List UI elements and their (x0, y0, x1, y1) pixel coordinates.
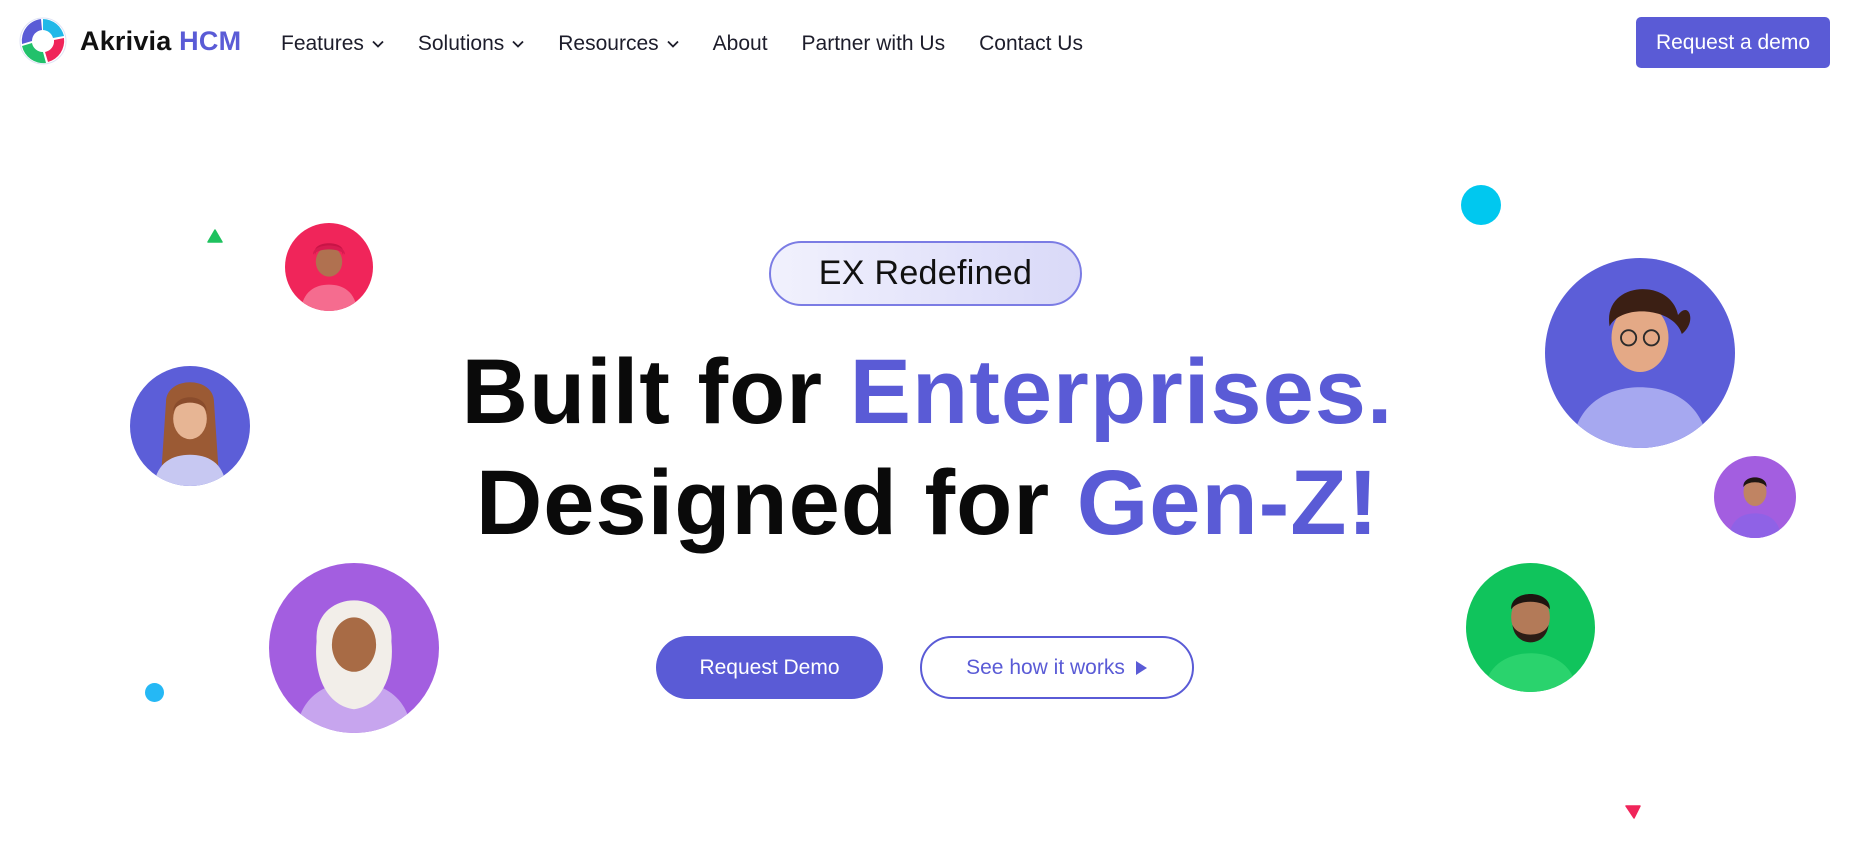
see-how-it-works-button[interactable]: See how it works (920, 636, 1194, 699)
brand-accent: HCM (179, 25, 242, 56)
person-avatar (1714, 456, 1796, 538)
nav-item-about[interactable]: About (713, 32, 768, 56)
person-avatar (285, 223, 373, 311)
person-avatar (1545, 258, 1735, 448)
avatar (269, 563, 439, 733)
brand-name: Akrivia HCM (80, 25, 242, 56)
brand-logo[interactable]: Akrivia HCM (18, 16, 241, 66)
avatar (1714, 456, 1796, 538)
avatar (130, 366, 250, 486)
headline-accent-text: Gen-Z! (1076, 452, 1380, 554)
nav-item-partner[interactable]: Partner with Us (802, 32, 946, 56)
headline-accent-text: Enterprises. (849, 341, 1394, 443)
headline-plain-text: Designed for (475, 452, 1077, 554)
request-demo-button[interactable]: Request Demo (656, 636, 883, 699)
nav-item-label: Contact Us (979, 32, 1083, 55)
nav-item-contact[interactable]: Contact Us (979, 32, 1083, 56)
hero-headline-line-2: Designed for Gen-Z! (0, 448, 1855, 558)
person-avatar (130, 366, 250, 486)
hero-badge: EX Redefined (769, 241, 1082, 306)
nav-item-label: Partner with Us (801, 32, 946, 55)
akrivia-logo-icon (19, 17, 67, 65)
nav-item-label: Solutions (417, 32, 505, 55)
avatar (1545, 258, 1735, 448)
nav-item-label: About (712, 32, 768, 55)
person-avatar (269, 563, 439, 733)
headline-plain-text: Built for (461, 341, 850, 443)
chevron-down-icon (372, 40, 384, 48)
decorative-dot (145, 683, 164, 702)
avatar (285, 223, 373, 311)
site-header: Akrivia HCM Features Solutions Resources… (0, 0, 1855, 86)
decorative-triangle (1625, 805, 1641, 819)
request-a-demo-button[interactable]: Request a demo (1636, 17, 1830, 68)
avatar (1466, 563, 1595, 692)
nav-item-resources[interactable]: Resources (558, 32, 679, 56)
see-how-it-works-label: See how it works (966, 655, 1125, 679)
nav-item-features[interactable]: Features (281, 32, 384, 56)
chevron-down-icon (667, 40, 679, 48)
nav-item-solutions[interactable]: Solutions (418, 32, 524, 56)
nav-item-label: Resources (558, 32, 659, 55)
chevron-down-icon (512, 40, 524, 48)
person-avatar (1466, 563, 1595, 692)
landing-page: Akrivia HCM Features Solutions Resources… (0, 0, 1855, 861)
main-nav: Features Solutions Resources About Partn… (281, 26, 1117, 62)
decorative-triangle (207, 229, 223, 243)
decorative-dot (1461, 185, 1501, 225)
nav-item-label: Features (281, 32, 364, 55)
play-icon (1135, 660, 1147, 675)
